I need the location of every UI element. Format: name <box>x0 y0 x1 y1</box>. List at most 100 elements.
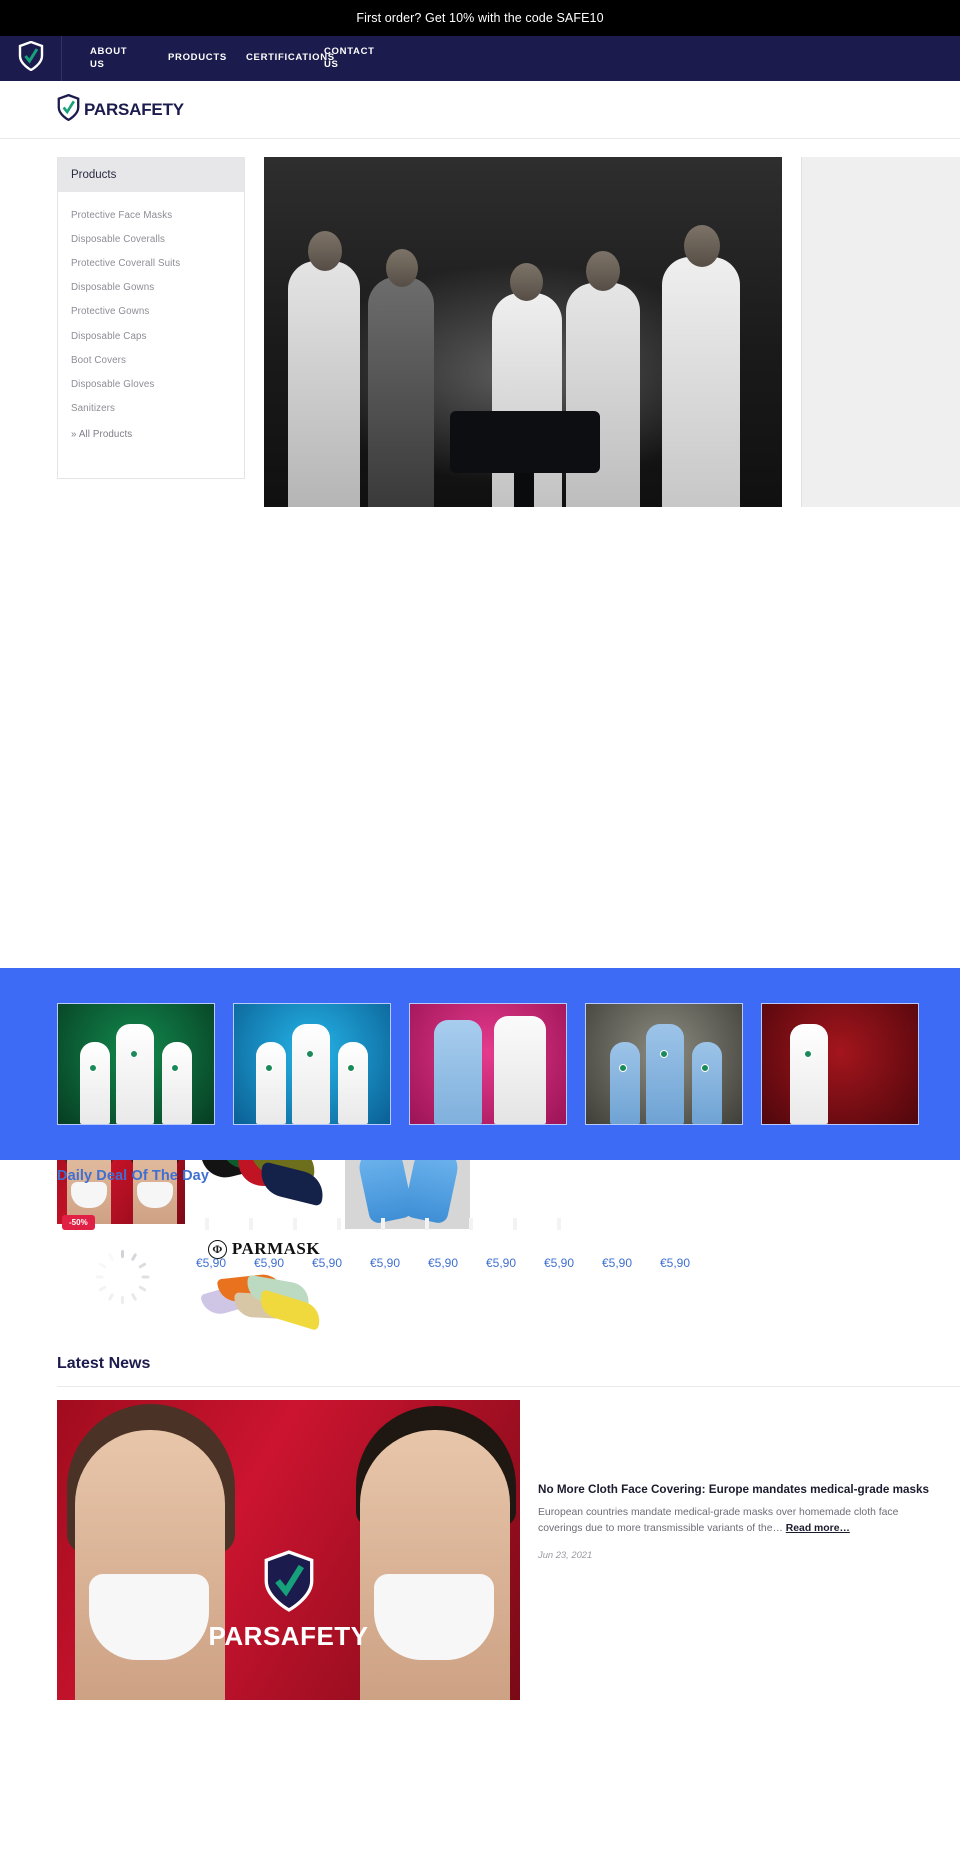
hero-figure-1 <box>288 261 360 507</box>
decor-mask-navy <box>256 1161 328 1207</box>
placeholder-mark <box>557 1218 561 1230</box>
decor-badge-mid <box>660 1050 668 1058</box>
news-read-more-link[interactable]: Read more… <box>786 1523 850 1534</box>
sidebar-item-protective-coverall-suits[interactable]: Protective Coverall Suits <box>58 251 244 275</box>
decor-badge-left <box>89 1064 97 1072</box>
placeholder-mark <box>513 1218 517 1230</box>
decor-person-mid <box>116 1024 154 1124</box>
decor-person-mid <box>292 1024 330 1124</box>
nav-link-contact-us[interactable]: CONTACT US <box>310 46 388 72</box>
decor-badge-mid <box>804 1050 812 1058</box>
shield-check-icon <box>57 93 80 126</box>
news-article-body: No More Cloth Face Covering: Europe mand… <box>538 1400 938 1700</box>
shield-check-icon <box>18 40 44 76</box>
hero-slide-image[interactable] <box>264 157 782 507</box>
site-logo[interactable]: PARSAFETY <box>57 93 184 126</box>
carousel-card-coveralls-green[interactable] <box>57 1003 215 1125</box>
nav-link-about-us[interactable]: ABOUT US <box>76 46 154 72</box>
carousel-card-coveralls-blue[interactable] <box>233 1003 391 1125</box>
deal-price[interactable]: €5,90 <box>428 1256 460 1270</box>
nav-links: ABOUT US PRODUCTS CERTIFICATIONS CONTACT… <box>62 36 388 81</box>
decor-badge-right <box>171 1064 179 1072</box>
sidebar-item-disposable-gloves[interactable]: Disposable Gloves <box>58 372 244 396</box>
sidebar-item-protective-face-masks[interactable]: Protective Face Masks <box>58 203 244 227</box>
hero-side-panel <box>801 157 960 507</box>
thumbnail-brand-text: PARSAFETY <box>208 1621 369 1651</box>
nav-link-certifications[interactable]: CERTIFICATIONS <box>232 52 334 65</box>
decor-mask-right <box>374 1574 494 1660</box>
hero-head-4 <box>586 251 620 291</box>
decor-person-right <box>338 1042 368 1124</box>
hero-head-1 <box>308 231 342 271</box>
decor-badge-right <box>701 1064 709 1072</box>
top-navigation: ABOUT US PRODUCTS CERTIFICATIONS CONTACT… <box>0 36 960 81</box>
placeholder-mark <box>249 1218 253 1230</box>
placeholder-mark <box>425 1218 429 1230</box>
decor-person-mid <box>790 1024 828 1124</box>
hero-figure-5 <box>662 257 740 507</box>
discount-badge: -50% <box>62 1215 95 1230</box>
site-logo-text: PARSAFETY <box>84 99 184 119</box>
placeholder-mark <box>337 1218 341 1230</box>
nav-brand-logo[interactable] <box>0 36 62 81</box>
deal-price[interactable]: €5,90 <box>486 1256 518 1270</box>
deal-price[interactable]: €5,90 <box>602 1256 634 1270</box>
hero-head-2 <box>386 249 418 287</box>
deal-placeholder-marks <box>205 1218 561 1230</box>
announcement-bar: First order? Get 10% with the code SAFE1… <box>0 0 960 36</box>
deal-price[interactable]: €5,90 <box>660 1256 692 1270</box>
sidebar-item-disposable-gowns[interactable]: Disposable Gowns <box>58 276 244 300</box>
deal-price[interactable]: €5,90 <box>544 1256 576 1270</box>
hero-figure-2 <box>368 277 434 507</box>
decor-person-right <box>162 1042 192 1124</box>
sidebar-item-protective-gowns[interactable]: Protective Gowns <box>58 300 244 324</box>
carousel-card-gowns-gray[interactable] <box>585 1003 743 1125</box>
loading-spinner-icon <box>95 1250 149 1304</box>
sidebar-item-sanitizers[interactable]: Sanitizers <box>58 397 244 421</box>
nav-link-products[interactable]: PRODUCTS <box>154 52 232 65</box>
daily-deal-title: Daily Deal Of The Day <box>57 1168 209 1184</box>
news-article-excerpt: European countries mandate medical-grade… <box>538 1505 938 1537</box>
news-article-date: Jun 23, 2021 <box>538 1549 593 1561</box>
placeholder-mark <box>381 1218 385 1230</box>
decor-person-right <box>692 1042 722 1124</box>
product-tile-pastel-masks[interactable] <box>200 1264 328 1354</box>
news-article-card: PARSAFETY No More Cloth Face Covering: E… <box>57 1400 938 1700</box>
hero-figure-4 <box>566 283 640 507</box>
deal-price[interactable]: €5,90 <box>312 1256 344 1270</box>
hero-head-3 <box>510 263 543 301</box>
decor-person-left <box>256 1042 286 1124</box>
product-tiles-section: Φ PARMASK <box>0 529 960 1354</box>
news-article-headline[interactable]: No More Cloth Face Covering: Europe mand… <box>538 1482 938 1498</box>
decor-person-left <box>80 1042 110 1124</box>
sidebar-item-disposable-coveralls[interactable]: Disposable Coveralls <box>58 227 244 251</box>
carousel-card-gowns-red[interactable] <box>761 1003 919 1125</box>
decor-person-left <box>610 1042 640 1124</box>
featured-carousel-band <box>0 968 960 1160</box>
category-list: Protective Face Masks Disposable Coveral… <box>58 192 244 452</box>
news-article-thumbnail[interactable]: PARSAFETY <box>57 1400 520 1700</box>
thumbnail-brand-logo: PARSAFETY <box>208 1550 368 1652</box>
carousel-card-gowns-pink[interactable] <box>409 1003 567 1125</box>
deal-price[interactable]: €5,90 <box>196 1256 228 1270</box>
card-background <box>762 1004 918 1124</box>
shield-check-icon <box>262 1550 316 1617</box>
sidebar-item-disposable-caps[interactable]: Disposable Caps <box>58 324 244 348</box>
decor-badge-left <box>265 1064 273 1072</box>
carousel-track <box>57 1003 919 1125</box>
hero-head-5 <box>684 225 720 267</box>
decor-badge-mid <box>306 1050 314 1058</box>
latest-news-title: Latest News <box>57 1355 151 1372</box>
decor-person-mid <box>646 1024 684 1124</box>
hero-section: Products Protective Face Masks Disposabl… <box>0 139 960 529</box>
deal-price[interactable]: €5,90 <box>370 1256 402 1270</box>
decor-badge-right <box>347 1064 355 1072</box>
deal-price[interactable]: €5,90 <box>254 1256 286 1270</box>
category-panel-header: Products <box>58 158 244 192</box>
logo-bar: PARSAFETY <box>0 81 960 139</box>
decor-badge-left <box>619 1064 627 1072</box>
placeholder-mark <box>469 1218 473 1230</box>
sidebar-item-boot-covers[interactable]: Boot Covers <box>58 348 244 372</box>
sidebar-item-all-products[interactable]: » All Products <box>58 421 244 447</box>
latest-news-divider <box>57 1386 960 1387</box>
